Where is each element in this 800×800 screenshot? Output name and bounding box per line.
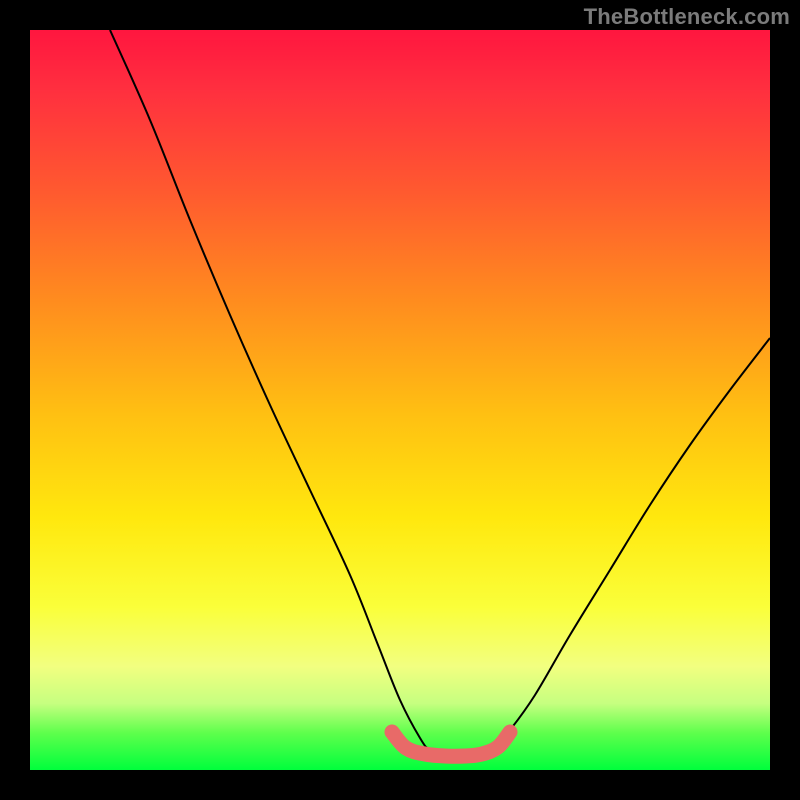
main-curve-path xyxy=(110,30,770,755)
plot-area xyxy=(30,30,770,770)
watermark-label: TheBottleneck.com xyxy=(584,4,790,30)
plot-svg xyxy=(30,30,770,770)
bottom-segment-path xyxy=(392,732,510,756)
chart-frame: TheBottleneck.com xyxy=(0,0,800,800)
